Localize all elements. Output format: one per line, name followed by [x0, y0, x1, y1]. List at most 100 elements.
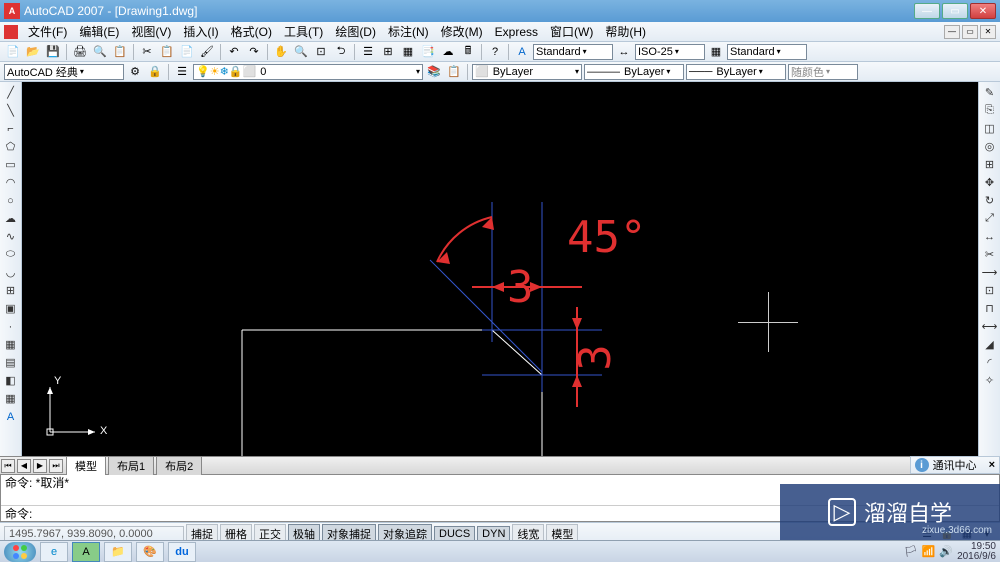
start-button[interactable] [4, 542, 36, 562]
color-combo[interactable]: ⬜ByLayer▾ [472, 64, 582, 80]
join-icon[interactable]: ⟷ [981, 318, 999, 335]
revcloud-icon[interactable]: ☁ [2, 210, 20, 227]
menu-express[interactable]: Express [489, 23, 544, 41]
menu-insert[interactable]: 插入(I) [177, 21, 224, 42]
copy-icon[interactable]: 📋 [158, 43, 176, 61]
xline-icon[interactable]: ╲ [2, 102, 20, 119]
calc-icon[interactable]: 🖩 [459, 43, 477, 61]
explode-icon[interactable]: ✧ [981, 372, 999, 389]
zoom-previous-icon[interactable]: ⮌ [332, 43, 350, 61]
tab-model[interactable]: 模型 [66, 456, 106, 475]
array-icon[interactable]: ⊞ [981, 156, 999, 173]
stretch-icon[interactable]: ↔ [981, 228, 999, 245]
tool-palettes-icon[interactable]: ▦ [399, 43, 417, 61]
menu-dimension[interactable]: 标注(N) [382, 21, 435, 42]
plotstyle-combo[interactable]: 随颜色▾ [788, 64, 858, 80]
tablestyle-icon[interactable]: ▦ [707, 43, 725, 61]
notification-close-button[interactable]: × [989, 459, 995, 471]
paste-icon[interactable]: 📄 [178, 43, 196, 61]
redo-icon[interactable]: ↷ [245, 43, 263, 61]
menu-tools[interactable]: 工具(T) [278, 21, 329, 42]
fillet-icon[interactable]: ◜ [981, 354, 999, 371]
menu-edit[interactable]: 编辑(E) [73, 21, 125, 42]
menu-view[interactable]: 视图(V) [125, 21, 177, 42]
taskbar-autocad-icon[interactable]: A [72, 542, 100, 562]
tab-prev-button[interactable]: ◀ [17, 459, 31, 473]
trim-icon[interactable]: ✂ [981, 246, 999, 263]
circle-icon[interactable]: ○ [2, 192, 20, 209]
pan-icon[interactable]: ✋ [272, 43, 290, 61]
table-icon[interactable]: ▦ [2, 390, 20, 407]
markup-icon[interactable]: ☁ [439, 43, 457, 61]
tab-next-button[interactable]: ▶ [33, 459, 47, 473]
open-icon[interactable]: 📂 [24, 43, 42, 61]
dim-style-combo[interactable]: ISO-25▾ [635, 44, 705, 60]
point-icon[interactable]: · [2, 318, 20, 335]
minimize-button[interactable]: — [914, 3, 940, 19]
textstyle-icon[interactable]: A [513, 43, 531, 61]
tab-first-button[interactable]: ⏮ [1, 459, 15, 473]
publish-icon[interactable]: 📋 [111, 43, 129, 61]
workspace-combo[interactable]: AutoCAD 经典▾ [4, 64, 124, 80]
sheet-set-icon[interactable]: 📑 [419, 43, 437, 61]
menu-help[interactable]: 帮助(H) [599, 21, 652, 42]
scale-icon[interactable]: ⤢ [981, 210, 999, 227]
design-center-icon[interactable]: ⊞ [379, 43, 397, 61]
properties-icon[interactable]: ☰ [359, 43, 377, 61]
lineweight-combo[interactable]: ───ByLayer▾ [686, 64, 786, 80]
tray-network-icon[interactable]: 📶 [922, 545, 936, 558]
arc-icon[interactable]: ◠ [2, 174, 20, 191]
preview-icon[interactable]: 🔍 [91, 43, 109, 61]
polyline-icon[interactable]: ⌐ [2, 120, 20, 137]
mdi-minimize-button[interactable]: — [944, 25, 960, 39]
break-icon[interactable]: ⊓ [981, 300, 999, 317]
menu-format[interactable]: 格式(O) [225, 21, 278, 42]
tab-last-button[interactable]: ⏭ [49, 459, 63, 473]
table-style-combo[interactable]: Standard▾ [727, 44, 807, 60]
mirror-icon[interactable]: ◫ [981, 120, 999, 137]
ellipse-arc-icon[interactable]: ◡ [2, 264, 20, 281]
region-icon[interactable]: ◧ [2, 372, 20, 389]
linetype-combo[interactable]: ———ByLayer▾ [584, 64, 684, 80]
rectangle-icon[interactable]: ▭ [2, 156, 20, 173]
print-icon[interactable]: 🖨 [71, 43, 89, 61]
gradient-icon[interactable]: ▤ [2, 354, 20, 371]
ellipse-icon[interactable]: ⬭ [2, 246, 20, 263]
make-block-icon[interactable]: ▣ [2, 300, 20, 317]
mtext-icon[interactable]: A [2, 408, 20, 425]
tray-flag-icon[interactable]: 🏳 [904, 545, 918, 558]
workspace-settings-icon[interactable]: ⚙ [126, 63, 144, 81]
close-button[interactable]: ✕ [970, 3, 996, 19]
taskbar-paint-icon[interactable]: 🎨 [136, 542, 164, 562]
mdi-restore-button[interactable]: ▭ [962, 25, 978, 39]
taskbar-ie-icon[interactable]: e [40, 542, 68, 562]
mdi-close-button[interactable]: ✕ [980, 25, 996, 39]
maximize-button[interactable]: ▭ [942, 3, 968, 19]
help-icon[interactable]: ? [486, 43, 504, 61]
erase-icon[interactable]: ✎ [981, 84, 999, 101]
offset-icon[interactable]: ◎ [981, 138, 999, 155]
copy-obj-icon[interactable]: ⎘ [981, 102, 999, 119]
new-icon[interactable]: 📄 [4, 43, 22, 61]
rotate-icon[interactable]: ↻ [981, 192, 999, 209]
insert-block-icon[interactable]: ⊞ [2, 282, 20, 299]
zoom-icon[interactable]: 🔍 [292, 43, 310, 61]
menu-draw[interactable]: 绘图(D) [329, 21, 382, 42]
line-icon[interactable]: ╱ [2, 84, 20, 101]
break-point-icon[interactable]: ⊡ [981, 282, 999, 299]
taskbar-baidu-icon[interactable]: du [168, 542, 196, 562]
taskbar-explorer-icon[interactable]: 📁 [104, 542, 132, 562]
menu-modify[interactable]: 修改(M) [435, 21, 489, 42]
tray-volume-icon[interactable]: 🔊 [939, 545, 953, 558]
tab-layout2[interactable]: 布局2 [156, 456, 202, 475]
clock[interactable]: 19:50 2016/9/6 [957, 542, 996, 562]
layer-combo[interactable]: 💡☀❄🔒⬜ 0▾ [193, 64, 423, 80]
menu-window[interactable]: 窗口(W) [544, 21, 599, 42]
drawing-canvas[interactable]: 45° 3 3 X Y [22, 82, 1000, 456]
tab-layout1[interactable]: 布局1 [108, 456, 154, 475]
menu-file[interactable]: 文件(F) [22, 21, 73, 42]
save-icon[interactable]: 💾 [44, 43, 62, 61]
hatch-icon[interactable]: ▦ [2, 336, 20, 353]
matchprop-icon[interactable]: 🖌 [198, 43, 216, 61]
text-style-combo[interactable]: Standard▾ [533, 44, 613, 60]
